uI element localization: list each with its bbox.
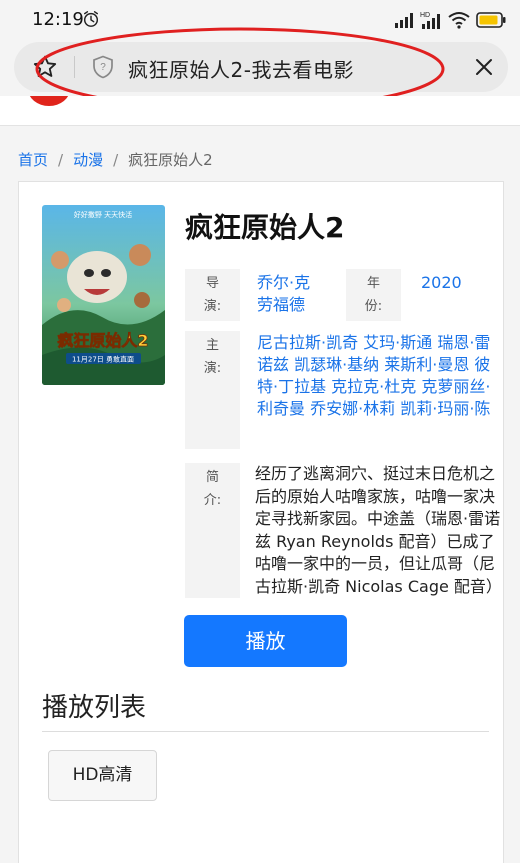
breadcrumb-separator: / xyxy=(113,150,119,169)
synopsis-label: 简介: xyxy=(185,463,240,598)
synopsis-box: 经历了逃离洞穴、挺过末日危机之后的原始人咕噜家族，咕噜一家决定寻找新家园。中途盖… xyxy=(255,463,505,598)
status-time: 12:19 xyxy=(32,9,84,30)
director-link[interactable]: 乔尔·克劳福德 xyxy=(257,272,321,316)
close-icon[interactable] xyxy=(472,55,496,79)
movie-poster[interactable]: 好好撒野 天天快活 疯狂原始人2 11月27日 勇敢直面 xyxy=(42,205,165,385)
movie-detail-card: 好好撒野 天天快活 疯狂原始人2 11月27日 勇敢直面 疯狂原始人2 导演: … xyxy=(18,181,504,863)
hd-signal-icon: HD xyxy=(420,12,440,29)
cast-label: 主演: xyxy=(185,331,240,449)
site-header xyxy=(0,96,520,126)
status-bar: 12:19 HD xyxy=(0,0,520,40)
breadcrumb-home[interactable]: 首页 xyxy=(18,149,48,170)
address-divider xyxy=(74,56,75,78)
breadcrumb-current: 疯狂原始人2 xyxy=(128,151,213,169)
poster-date: 11月27日 勇敢直面 xyxy=(72,355,134,364)
wifi-icon xyxy=(448,12,470,29)
status-indicators: HD xyxy=(394,10,506,30)
cast-links[interactable]: 尼古拉斯·凯奇 艾玛·斯通 瑞恩·雷诺兹 凯瑟琳·基纳 莱斯利·曼恩 彼特·丁拉… xyxy=(257,332,491,420)
year-link[interactable]: 2020 xyxy=(421,272,462,294)
page-title-in-address-bar[interactable]: 疯狂原始人2-我去看电影 xyxy=(128,54,354,83)
synopsis-text: 经历了逃离洞穴、挺过末日危机之后的原始人咕噜家族，咕噜一家决定寻找新家园。中途盖… xyxy=(255,464,502,596)
playlist-heading: 播放列表 xyxy=(42,693,147,723)
shield-icon[interactable]: ? xyxy=(92,55,114,79)
signal-icon xyxy=(395,13,413,28)
poster-tagline: 好好撒野 天天快活 xyxy=(74,210,132,219)
movie-title: 疯狂原始人2 xyxy=(185,211,345,244)
alarm-icon xyxy=(83,11,99,27)
year-label: 年份: xyxy=(346,269,401,321)
episode-button-hd[interactable]: HD高清 xyxy=(48,750,157,801)
breadcrumb-anime[interactable]: 动漫 xyxy=(73,149,103,170)
battery-icon xyxy=(476,12,506,28)
breadcrumb: 首页 / 动漫 / 疯狂原始人2 xyxy=(18,149,213,170)
poster-title: 疯狂原始人2 xyxy=(57,331,148,350)
director-label: 导演: xyxy=(185,269,240,321)
playlist-divider xyxy=(42,731,489,732)
site-logo[interactable] xyxy=(28,96,70,106)
breadcrumb-separator: / xyxy=(58,150,64,169)
svg-text:?: ? xyxy=(100,62,106,73)
play-button[interactable]: 播放 xyxy=(184,615,347,667)
hd-label: HD xyxy=(420,12,430,19)
browser-address-bar[interactable]: ? 疯狂原始人2-我去看电影 xyxy=(14,42,508,92)
star-icon[interactable] xyxy=(32,54,58,80)
